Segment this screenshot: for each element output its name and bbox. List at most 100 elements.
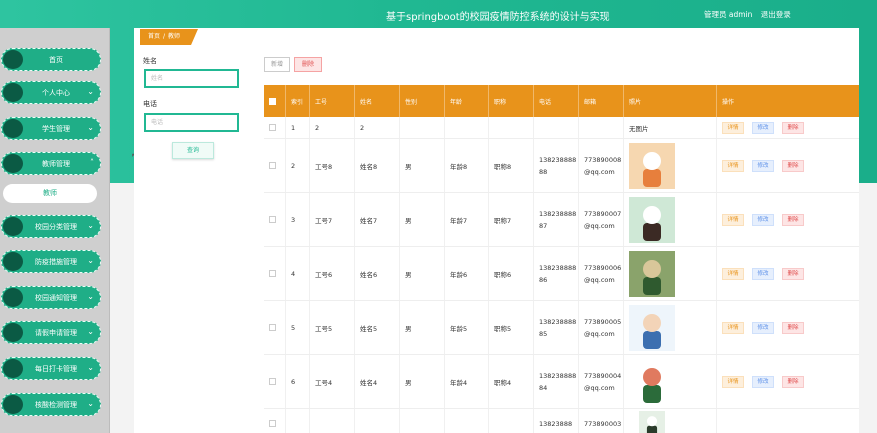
table-row: 2 工号8 姓名8 男 年龄8 职称8 13823888888 773890008@qq.co…	[264, 139, 859, 193]
chevron-down-icon: ⌄	[87, 399, 94, 408]
sidebar-item-daily-checkin[interactable]: 每日打卡管理 ⌄	[1, 357, 101, 380]
detail-button[interactable]: 详情	[722, 375, 744, 388]
delete-button[interactable]: 删除	[782, 159, 804, 172]
sidebar-item-prevention-measures[interactable]: 防疫措施管理 ⌄	[1, 250, 101, 273]
table-header: 索引 工号 姓名 性别 年龄 职称 电话 邮箱 照片 操作	[264, 85, 859, 117]
cell-index: 3	[286, 193, 310, 246]
cell-actions: 详情 修改 删除	[717, 193, 859, 246]
teacher-photo-thumbnail[interactable]	[629, 250, 675, 297]
teacher-photo-thumbnail[interactable]	[629, 358, 675, 405]
cell-email: 773890007@qq.com	[579, 193, 624, 246]
header-checkbox-cell	[264, 85, 286, 117]
chevron-down-icon: ⌄	[87, 256, 94, 265]
search-button[interactable]: 查询	[172, 142, 214, 159]
phone-input[interactable]: 电话	[144, 113, 239, 132]
detail-button[interactable]: 详情	[722, 321, 744, 334]
row-checkbox[interactable]	[269, 124, 276, 131]
sidebar-item-nucleic-test[interactable]: 核酸检测管理 ⌄	[1, 393, 101, 416]
menu-dot-icon	[3, 323, 23, 342]
name-input[interactable]: 姓名	[144, 69, 239, 88]
cell-name: 姓名7	[355, 193, 400, 246]
cell-text: 职称8	[494, 162, 512, 171]
cell-phone: 13823888888	[534, 139, 579, 192]
cell-text: 13823888884	[539, 371, 577, 392]
row-checkbox[interactable]	[269, 378, 276, 385]
delete-button[interactable]: 删除	[782, 375, 804, 388]
sidebar-item-personal-center[interactable]: 个人中心 ⌄	[1, 81, 101, 104]
sidebar-item-leave-request[interactable]: 请假申请管理 ⌄	[1, 321, 101, 344]
select-all-checkbox[interactable]	[269, 97, 276, 105]
batch-delete-button[interactable]: 删除	[294, 57, 322, 72]
sidebar-item-student-mgmt[interactable]: 学生管理 ⌄	[1, 117, 101, 140]
cell-email: 773890008@qq.com	[579, 139, 624, 192]
teacher-photo-thumbnail[interactable]	[629, 142, 675, 189]
edit-button[interactable]: 修改	[752, 267, 774, 280]
edit-button[interactable]: 修改	[752, 121, 774, 134]
teacher-photo-thumbnail[interactable]	[629, 196, 675, 243]
sidebar-item-home[interactable]: 首页	[1, 48, 101, 71]
table-row: 1 2 2 无图片 详情 修改 删除	[264, 117, 859, 139]
cell-text: 工号5	[315, 324, 333, 333]
cell-text: 年龄5	[450, 324, 468, 333]
row-checkbox[interactable]	[269, 324, 276, 331]
header-photo: 照片	[624, 85, 717, 117]
cell-gender	[400, 117, 445, 138]
detail-button[interactable]: 详情	[722, 159, 744, 172]
logout-link[interactable]: 退出登录	[761, 10, 791, 19]
edit-button[interactable]: 修改	[752, 375, 774, 388]
sidebar-item-campus-category[interactable]: 校园分类管理 ⌄	[1, 215, 101, 238]
teacher-photo-thumbnail[interactable]	[629, 304, 675, 351]
teacher-photo-thumbnail[interactable]	[629, 410, 675, 433]
cell-gender	[400, 409, 445, 433]
cell-text: 工号6	[315, 270, 333, 279]
row-checkbox-cell	[264, 301, 286, 354]
cell-text: 工号7	[315, 216, 333, 225]
cell-actions: 详情 修改 删除	[717, 117, 859, 138]
cell-photo	[624, 247, 717, 300]
cell-photo	[624, 301, 717, 354]
delete-button[interactable]: 删除	[782, 121, 804, 134]
breadcrumb-current: 教师	[168, 33, 181, 40]
row-checkbox[interactable]	[269, 216, 276, 223]
cell-text: 13823888885	[539, 317, 577, 338]
cell-text: 姓名5	[360, 324, 378, 333]
cell-name: 姓名4	[355, 355, 400, 408]
delete-button[interactable]: 删除	[782, 213, 804, 226]
detail-button[interactable]: 详情	[722, 213, 744, 226]
cell-text: 年龄8	[450, 162, 468, 171]
detail-button[interactable]: 详情	[722, 267, 744, 280]
photo-text: 无图片	[629, 124, 649, 133]
cell-email	[579, 117, 624, 138]
delete-button[interactable]: 删除	[782, 267, 804, 280]
detail-button[interactable]: 详情	[722, 121, 744, 134]
cell-name: 姓名8	[355, 139, 400, 192]
cell-text: 姓名7	[360, 216, 378, 225]
row-checkbox[interactable]	[269, 420, 276, 427]
cell-gender: 男	[400, 355, 445, 408]
edit-button[interactable]: 修改	[752, 321, 774, 334]
edit-button[interactable]: 修改	[752, 159, 774, 172]
breadcrumb-home[interactable]: 首页	[148, 33, 160, 40]
chevron-down-icon: ⌄	[87, 221, 94, 230]
cell-email: 773890005@qq.com	[579, 301, 624, 354]
menu-dot-icon	[3, 83, 23, 102]
cell-age: 年龄4	[445, 355, 489, 408]
menu-dot-icon	[3, 252, 23, 271]
cell-text: 6	[291, 377, 296, 386]
row-checkbox[interactable]	[269, 270, 276, 277]
row-checkbox[interactable]	[269, 162, 276, 169]
cell-gender: 男	[400, 247, 445, 300]
edit-button[interactable]: 修改	[752, 213, 774, 226]
add-button[interactable]: 新增	[264, 57, 290, 72]
delete-button[interactable]: 删除	[782, 321, 804, 334]
sidebar-item-teacher-mgmt[interactable]: 教师管理 ˄	[1, 152, 101, 175]
cell-age	[445, 409, 489, 433]
sidebar-subitem-teacher[interactable]: 教师	[3, 184, 97, 203]
menu-dot-icon	[3, 395, 23, 414]
cell-text: 职称4	[494, 378, 512, 387]
cell-text: 职称7	[494, 216, 512, 225]
sidebar-item-label: 请假申请管理	[35, 329, 77, 337]
cell-actions: 详情 修改 删除	[717, 301, 859, 354]
sidebar-item-label: 学生管理	[42, 125, 70, 133]
sidebar-item-campus-notice[interactable]: 校园通知管理 ⌄	[1, 286, 101, 309]
